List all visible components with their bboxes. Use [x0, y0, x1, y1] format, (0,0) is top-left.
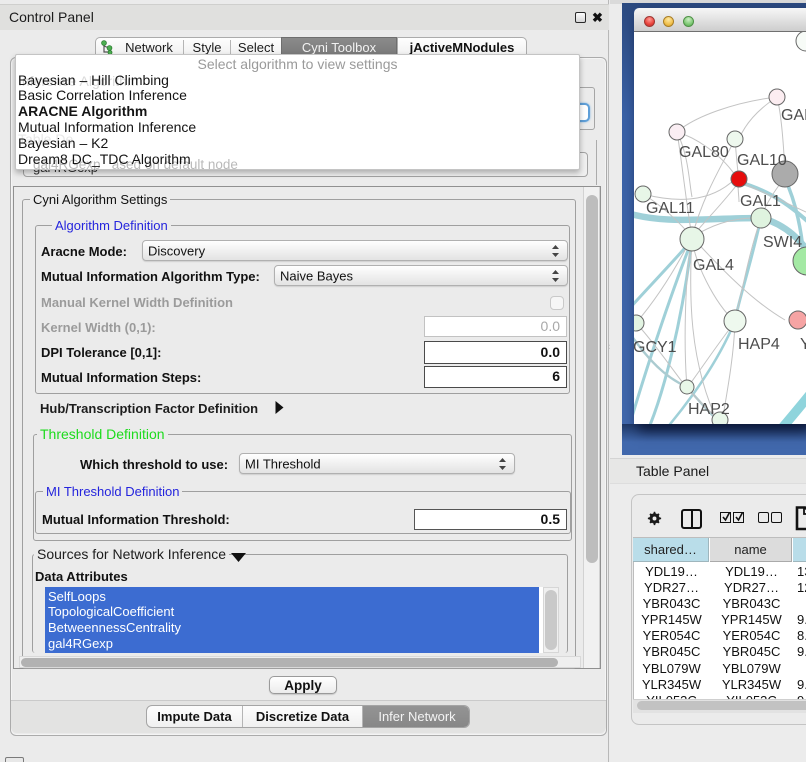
svg-text:GCY1: GCY1	[634, 339, 677, 356]
svg-text:HAP4: HAP4	[738, 336, 780, 353]
svg-text:HAP2: HAP2	[688, 401, 730, 418]
svg-text:Y: Y	[800, 336, 806, 353]
svg-text:GAL4: GAL4	[693, 257, 734, 274]
svg-text:GAL10: GAL10	[737, 152, 787, 169]
svg-text:GAL80: GAL80	[679, 144, 729, 161]
svg-text:GAL11: GAL11	[646, 200, 695, 217]
svg-text:SWI4: SWI4	[763, 234, 802, 251]
svg-text:GAL: GAL	[781, 107, 806, 124]
svg-text:GAL1: GAL1	[740, 193, 781, 210]
